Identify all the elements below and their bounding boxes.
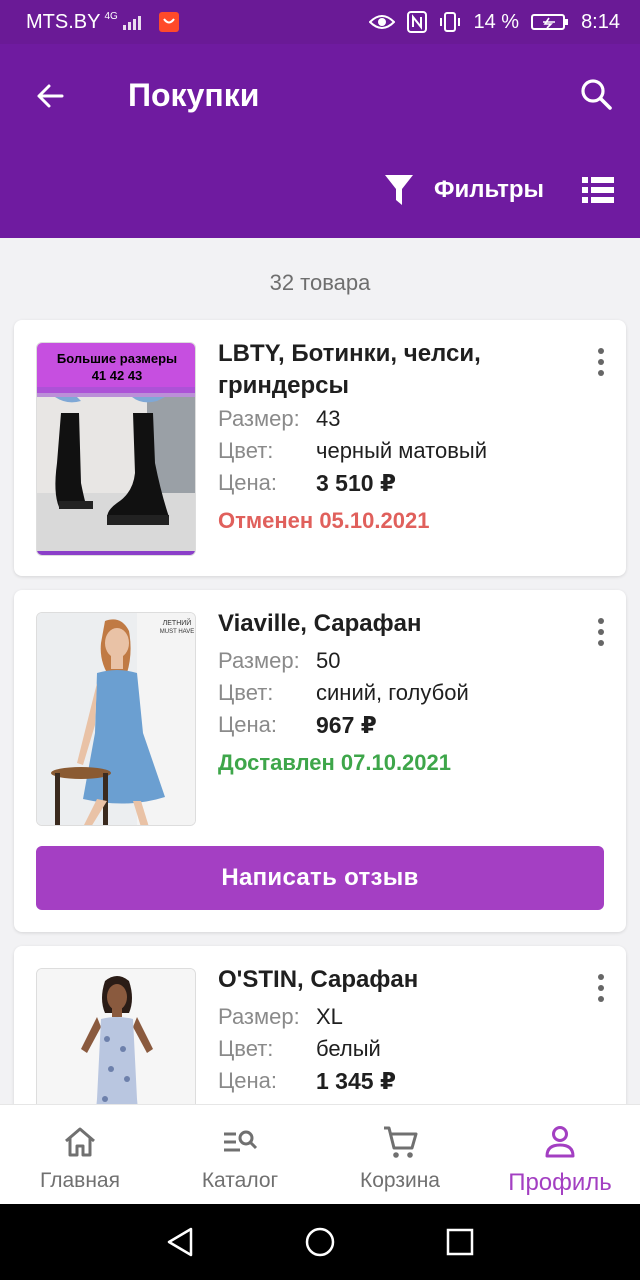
- purchase-card[interactable]: ЛЕТНИЙ MUST HAVE Viaville, Сарафан Разме…: [14, 590, 626, 932]
- search-button[interactable]: [574, 72, 618, 116]
- catalog-search-icon: [224, 1130, 258, 1152]
- nav-tab-profile[interactable]: Профиль: [480, 1105, 640, 1204]
- triangle-back-icon: [167, 1227, 193, 1257]
- size-row: Размер: 50: [218, 645, 340, 677]
- color-row: Цвет: белый: [218, 1033, 381, 1065]
- size-label: Размер:: [218, 406, 300, 431]
- system-recents-button[interactable]: [438, 1220, 482, 1264]
- items-count: 32 товара: [269, 270, 371, 295]
- price-label: Цена:: [218, 712, 278, 737]
- order-status-delivered: Доставлен 07.10.2021: [218, 750, 451, 775]
- home-icon: [65, 1127, 95, 1157]
- nav-tab-home[interactable]: Главная: [0, 1105, 160, 1204]
- price-row: Цена: 3 510 ₽: [218, 467, 396, 499]
- cart-icon: [384, 1126, 418, 1158]
- back-button[interactable]: [28, 74, 72, 118]
- write-review-button[interactable]: Написать отзыв: [36, 846, 604, 910]
- product-image[interactable]: [36, 968, 196, 1104]
- size-row: Размер: 43: [218, 403, 340, 435]
- filters-label: Фильтры: [433, 176, 544, 203]
- nav-label: Каталог: [201, 1169, 279, 1192]
- more-options-button[interactable]: [586, 344, 616, 380]
- search-icon: [581, 79, 612, 110]
- system-back-button[interactable]: [158, 1220, 202, 1264]
- product-image[interactable]: ЛЕТНИЙ MUST HAVE: [36, 612, 196, 826]
- app-bar: Покупки Фильтры: [0, 44, 640, 238]
- list-view-icon: [582, 177, 614, 203]
- eye-icon: [369, 13, 396, 31]
- battery-icon: [531, 13, 569, 31]
- system-navigation-bar: [0, 1204, 640, 1280]
- clock: 8:14: [581, 10, 620, 33]
- arrow-left-icon: [37, 84, 64, 108]
- list-view-button[interactable]: [578, 170, 618, 210]
- circle-home-icon: [305, 1227, 335, 1257]
- color-row: Цвет: синий, голубой: [218, 677, 469, 709]
- price-label: Цена:: [218, 470, 278, 495]
- price-value: 3 510 ₽: [316, 470, 396, 496]
- price-value: 967 ₽: [316, 712, 377, 738]
- page-title: Покупки: [128, 77, 260, 113]
- color-label: Цвет:: [218, 1036, 274, 1061]
- nav-label: Профиль: [508, 1169, 612, 1196]
- order-status-cancelled: Отменен 05.10.2021: [218, 508, 430, 533]
- price-value: 1 345 ₽: [316, 1068, 396, 1094]
- nav-tab-catalog[interactable]: Каталог: [160, 1105, 320, 1204]
- tag-line-1: ЛЕТНИЙ: [163, 618, 192, 627]
- battery-percent: 14 %: [473, 10, 520, 33]
- purchase-card[interactable]: O'STIN, Сарафан Размер: XL Цвет: белый Ц…: [14, 946, 626, 1104]
- product-image[interactable]: Большие размеры 41 42 43: [36, 342, 196, 556]
- nav-tab-cart[interactable]: Корзина: [320, 1105, 480, 1204]
- size-value: 43: [316, 406, 341, 431]
- filter-icon: [384, 175, 413, 205]
- profile-icon: [545, 1126, 575, 1158]
- size-value: XL: [316, 1004, 343, 1029]
- carrier-name: MTS.BY: [26, 10, 101, 33]
- color-label: Цвет:: [218, 680, 274, 705]
- network-type: 4G: [104, 10, 118, 22]
- bottom-navigation: Главная Каталог Корзина Профиль: [0, 1104, 640, 1204]
- price-row: Цена: 967 ₽: [218, 709, 377, 741]
- vibrate-icon: [439, 11, 461, 33]
- product-name[interactable]: LBTY, Ботинки, челси, гриндерсы: [218, 338, 558, 402]
- product-name[interactable]: Viaville, Сарафан: [218, 608, 558, 640]
- purchases-list[interactable]: 32 товара Большие размеры 41 42 43 LBTY,…: [0, 238, 640, 1104]
- square-recents-icon: [446, 1228, 474, 1256]
- nav-label: Главная: [40, 1169, 120, 1192]
- banner-title: Большие размеры: [57, 351, 177, 366]
- purchase-card[interactable]: Большие размеры 41 42 43 LBTY, Ботинки, …: [14, 320, 626, 576]
- more-options-button[interactable]: [586, 970, 616, 1006]
- banner-sizes: 41 42 43: [92, 368, 143, 383]
- product-name[interactable]: O'STIN, Сарафан: [218, 964, 558, 996]
- aliexpress-notification-icon: [158, 12, 179, 32]
- system-home-button[interactable]: [298, 1220, 342, 1264]
- tag-line-2: MUST HAVE: [160, 629, 194, 635]
- size-row: Размер: XL: [218, 1001, 343, 1033]
- signal-icon: [122, 14, 141, 30]
- color-value: белый: [316, 1036, 381, 1061]
- filters-button[interactable]: Фильтры: [384, 168, 544, 212]
- nfc-icon: [407, 11, 428, 33]
- nav-label: Корзина: [360, 1169, 440, 1192]
- status-bar: MTS.BY 4G 14 % 8:14: [0, 0, 640, 44]
- size-value: 50: [316, 648, 341, 673]
- price-row: Цена: 1 345 ₽: [218, 1065, 396, 1097]
- size-label: Размер:: [218, 1004, 300, 1029]
- color-value: синий, голубой: [316, 680, 469, 705]
- color-row: Цвет: черный матовый: [218, 435, 487, 467]
- color-value: черный матовый: [316, 438, 488, 463]
- price-label: Цена:: [218, 1068, 278, 1093]
- color-label: Цвет:: [218, 438, 274, 463]
- size-label: Размер:: [218, 648, 300, 673]
- more-options-button[interactable]: [586, 614, 616, 650]
